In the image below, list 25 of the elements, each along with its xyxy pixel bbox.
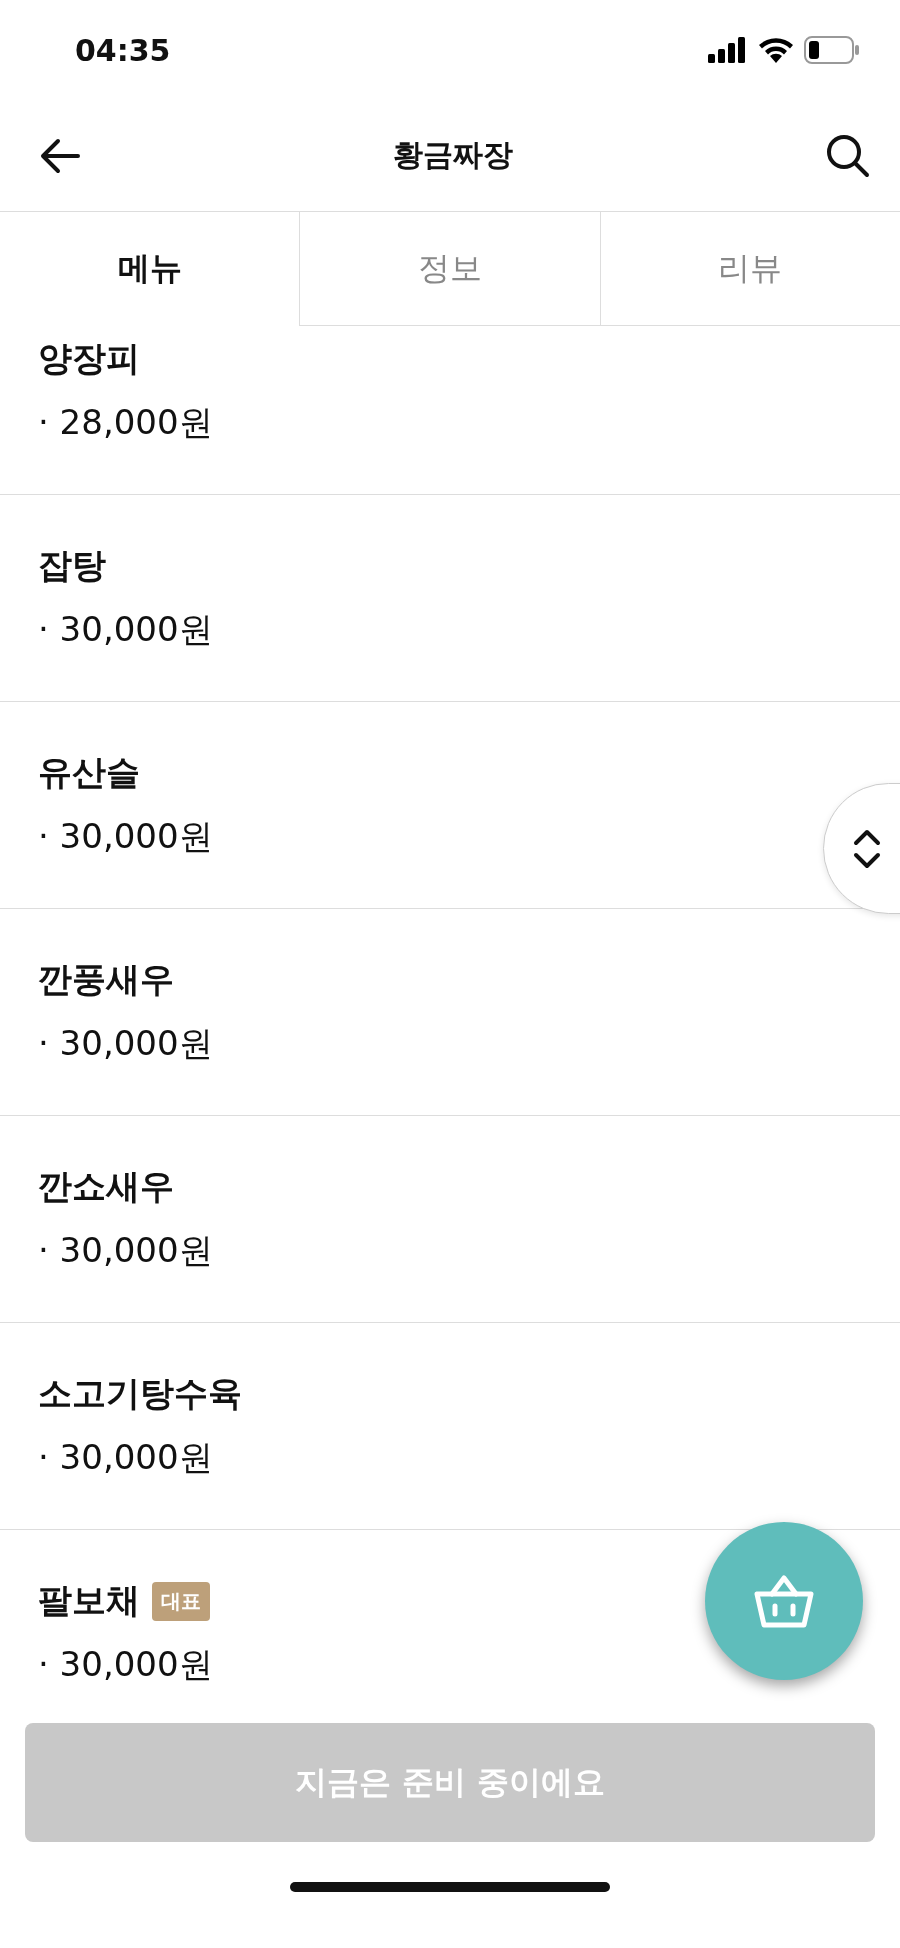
menu-item-name[interactable]: 양장피	[38, 336, 140, 382]
menu-item-name[interactable]: 잡탕	[38, 543, 106, 589]
menu-item-price: · 28,000원	[38, 401, 214, 444]
menu-item-price: · 30,000원	[38, 1643, 214, 1686]
menu-item-price: · 30,000원	[38, 815, 214, 858]
menu-item-name[interactable]: 깐풍새우	[38, 957, 174, 1003]
menu-item-price: · 30,000원	[38, 1436, 214, 1479]
back-arrow-icon[interactable]	[40, 137, 80, 174]
wifi-icon	[758, 37, 794, 63]
menu-item-price: · 30,000원	[38, 1022, 214, 1065]
menu-item-price: · 30,000원	[38, 1229, 214, 1272]
search-icon[interactable]	[826, 133, 870, 178]
battery-icon	[804, 36, 860, 64]
tab[interactable]: 정보	[299, 212, 600, 326]
signal-icon	[708, 37, 748, 63]
menu-item-name[interactable]: 팔보채	[38, 1578, 140, 1624]
menu-item-name[interactable]: 소고기탕수육	[38, 1371, 242, 1417]
signature-tag: 대표	[152, 1581, 210, 1621]
menu-item-name[interactable]: 깐쇼새우	[38, 1164, 174, 1210]
menu-item-price: · 30,000원	[38, 608, 214, 651]
menu-item-name[interactable]: 유산슬	[38, 750, 140, 796]
tab[interactable]: 리뷰	[599, 212, 900, 326]
store-title: 황금짜장	[393, 136, 513, 174]
status-time: 04:35	[75, 32, 171, 68]
basket-icon	[754, 1574, 814, 1628]
